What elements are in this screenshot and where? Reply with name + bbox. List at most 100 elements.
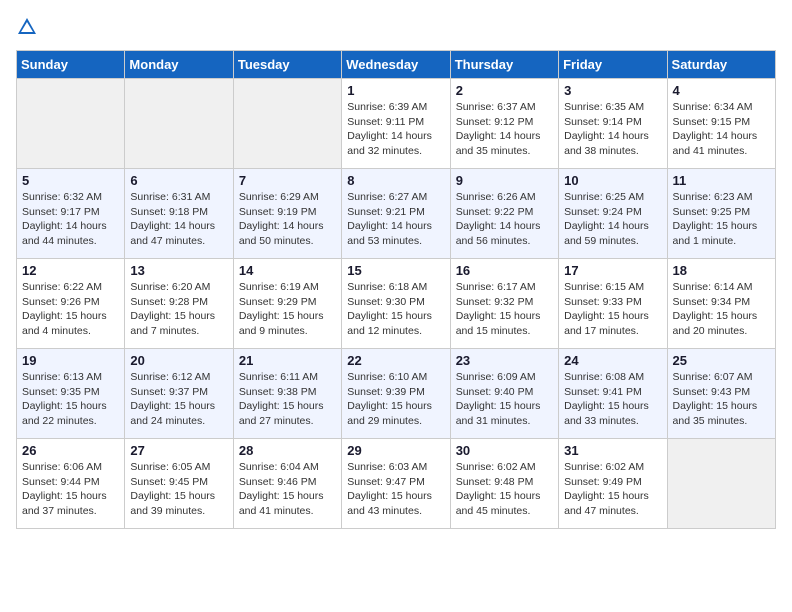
calendar-cell: 21 Sunrise: 6:11 AMSunset: 9:38 PMDayligh… xyxy=(233,349,341,439)
calendar-cell: 5 Sunrise: 6:32 AMSunset: 9:17 PMDaylight… xyxy=(17,169,125,259)
day-number: 14 xyxy=(239,263,336,278)
calendar-week-1: 1Sunrise: 6:39 AMSunset: 9:11 PMDaylight… xyxy=(17,79,776,169)
logo-icon xyxy=(16,16,38,38)
weekday-header-saturday: Saturday xyxy=(667,51,775,79)
calendar-week-3: 12 Sunrise: 6:22 AMSunset: 9:26 PMDayligh… xyxy=(17,259,776,349)
day-number: 3 xyxy=(564,83,661,98)
weekday-header-monday: Monday xyxy=(125,51,233,79)
day-info: Sunrise: 6:09 AMSunset: 9:40 PMDaylight:… xyxy=(456,370,553,429)
day-number: 9 xyxy=(456,173,553,188)
day-number: 2 xyxy=(456,83,553,98)
calendar-cell: 28 Sunrise: 6:04 AMSunset: 9:46 PMDayligh… xyxy=(233,439,341,529)
day-info: Sunrise: 6:34 AMSunset: 9:15 PMDaylight:… xyxy=(673,100,770,159)
calendar-cell: 25 Sunrise: 6:07 AMSunset: 9:43 PMDayligh… xyxy=(667,349,775,439)
calendar-cell: 29 Sunrise: 6:03 AMSunset: 9:47 PMDayligh… xyxy=(342,439,450,529)
calendar-cell: 30 Sunrise: 6:02 AMSunset: 9:48 PMDayligh… xyxy=(450,439,558,529)
weekday-header-sunday: Sunday xyxy=(17,51,125,79)
calendar-cell: 12 Sunrise: 6:22 AMSunset: 9:26 PMDayligh… xyxy=(17,259,125,349)
day-number: 16 xyxy=(456,263,553,278)
day-info: Sunrise: 6:32 AMSunset: 9:17 PMDaylight:… xyxy=(22,190,119,249)
day-number: 31 xyxy=(564,443,661,458)
calendar-table: SundayMondayTuesdayWednesdayThursdayFrid… xyxy=(16,50,776,529)
day-info: Sunrise: 6:15 AMSunset: 9:33 PMDaylight:… xyxy=(564,280,661,339)
day-info: Sunrise: 6:02 AMSunset: 9:48 PMDaylight:… xyxy=(456,460,553,519)
day-info: Sunrise: 6:27 AMSunset: 9:21 PMDaylight:… xyxy=(347,190,444,249)
weekday-header-wednesday: Wednesday xyxy=(342,51,450,79)
calendar-cell xyxy=(233,79,341,169)
day-info: Sunrise: 6:29 AMSunset: 9:19 PMDaylight:… xyxy=(239,190,336,249)
calendar-cell: 10Sunrise: 6:25 AMSunset: 9:24 PMDayligh… xyxy=(559,169,667,259)
weekday-header-thursday: Thursday xyxy=(450,51,558,79)
day-info: Sunrise: 6:31 AMSunset: 9:18 PMDaylight:… xyxy=(130,190,227,249)
day-number: 26 xyxy=(22,443,119,458)
day-info: Sunrise: 6:17 AMSunset: 9:32 PMDaylight:… xyxy=(456,280,553,339)
calendar-cell: 9 Sunrise: 6:26 AMSunset: 9:22 PMDaylight… xyxy=(450,169,558,259)
weekday-header-tuesday: Tuesday xyxy=(233,51,341,79)
calendar-cell: 18 Sunrise: 6:14 AMSunset: 9:34 PMDayligh… xyxy=(667,259,775,349)
day-number: 24 xyxy=(564,353,661,368)
day-info: Sunrise: 6:04 AMSunset: 9:46 PMDaylight:… xyxy=(239,460,336,519)
day-info: Sunrise: 6:11 AMSunset: 9:38 PMDaylight:… xyxy=(239,370,336,429)
day-number: 13 xyxy=(130,263,227,278)
day-number: 12 xyxy=(22,263,119,278)
day-number: 21 xyxy=(239,353,336,368)
calendar-cell: 16 Sunrise: 6:17 AMSunset: 9:32 PMDayligh… xyxy=(450,259,558,349)
weekday-header-row: SundayMondayTuesdayWednesdayThursdayFrid… xyxy=(17,51,776,79)
day-number: 23 xyxy=(456,353,553,368)
day-info: Sunrise: 6:07 AMSunset: 9:43 PMDaylight:… xyxy=(673,370,770,429)
page-header xyxy=(16,16,776,38)
calendar-cell: 14 Sunrise: 6:19 AMSunset: 9:29 PMDayligh… xyxy=(233,259,341,349)
weekday-header-friday: Friday xyxy=(559,51,667,79)
day-info: Sunrise: 6:03 AMSunset: 9:47 PMDaylight:… xyxy=(347,460,444,519)
calendar-cell: 23 Sunrise: 6:09 AMSunset: 9:40 PMDayligh… xyxy=(450,349,558,439)
day-number: 5 xyxy=(22,173,119,188)
calendar-cell: 26Sunrise: 6:06 AMSunset: 9:44 PMDayligh… xyxy=(17,439,125,529)
day-info: Sunrise: 6:05 AMSunset: 9:45 PMDaylight:… xyxy=(130,460,227,519)
day-info: Sunrise: 6:37 AMSunset: 9:12 PMDaylight:… xyxy=(456,100,553,159)
calendar-cell: 8 Sunrise: 6:27 AMSunset: 9:21 PMDaylight… xyxy=(342,169,450,259)
day-info: Sunrise: 6:02 AMSunset: 9:49 PMDaylight:… xyxy=(564,460,661,519)
day-info: Sunrise: 6:19 AMSunset: 9:29 PMDaylight:… xyxy=(239,280,336,339)
day-number: 25 xyxy=(673,353,770,368)
calendar-cell: 27 Sunrise: 6:05 AMSunset: 9:45 PMDayligh… xyxy=(125,439,233,529)
day-info: Sunrise: 6:14 AMSunset: 9:34 PMDaylight:… xyxy=(673,280,770,339)
calendar-week-5: 26Sunrise: 6:06 AMSunset: 9:44 PMDayligh… xyxy=(17,439,776,529)
day-number: 4 xyxy=(673,83,770,98)
calendar-cell: 17Sunrise: 6:15 AMSunset: 9:33 PMDayligh… xyxy=(559,259,667,349)
day-info: Sunrise: 6:35 AMSunset: 9:14 PMDaylight:… xyxy=(564,100,661,159)
calendar-cell: 22Sunrise: 6:10 AMSunset: 9:39 PMDayligh… xyxy=(342,349,450,439)
day-number: 19 xyxy=(22,353,119,368)
day-number: 27 xyxy=(130,443,227,458)
calendar-cell xyxy=(667,439,775,529)
calendar-cell: 20 Sunrise: 6:12 AMSunset: 9:37 PMDayligh… xyxy=(125,349,233,439)
calendar-cell: 31 Sunrise: 6:02 AMSunset: 9:49 PMDayligh… xyxy=(559,439,667,529)
day-number: 28 xyxy=(239,443,336,458)
calendar-cell: 2 Sunrise: 6:37 AMSunset: 9:12 PMDaylight… xyxy=(450,79,558,169)
day-info: Sunrise: 6:08 AMSunset: 9:41 PMDaylight:… xyxy=(564,370,661,429)
day-number: 8 xyxy=(347,173,444,188)
day-info: Sunrise: 6:13 AMSunset: 9:35 PMDaylight:… xyxy=(22,370,119,429)
calendar-cell: 15Sunrise: 6:18 AMSunset: 9:30 PMDayligh… xyxy=(342,259,450,349)
calendar-cell: 24 Sunrise: 6:08 AMSunset: 9:41 PMDayligh… xyxy=(559,349,667,439)
day-number: 29 xyxy=(347,443,444,458)
day-number: 18 xyxy=(673,263,770,278)
calendar-cell: 6 Sunrise: 6:31 AMSunset: 9:18 PMDaylight… xyxy=(125,169,233,259)
calendar-cell: 1Sunrise: 6:39 AMSunset: 9:11 PMDaylight… xyxy=(342,79,450,169)
day-info: Sunrise: 6:26 AMSunset: 9:22 PMDaylight:… xyxy=(456,190,553,249)
day-number: 7 xyxy=(239,173,336,188)
day-number: 20 xyxy=(130,353,227,368)
day-info: Sunrise: 6:20 AMSunset: 9:28 PMDaylight:… xyxy=(130,280,227,339)
day-info: Sunrise: 6:12 AMSunset: 9:37 PMDaylight:… xyxy=(130,370,227,429)
calendar-cell: 13 Sunrise: 6:20 AMSunset: 9:28 PMDayligh… xyxy=(125,259,233,349)
logo xyxy=(16,16,42,38)
day-number: 1 xyxy=(347,83,444,98)
day-info: Sunrise: 6:22 AMSunset: 9:26 PMDaylight:… xyxy=(22,280,119,339)
day-number: 30 xyxy=(456,443,553,458)
day-number: 11 xyxy=(673,173,770,188)
calendar-cell: 19 Sunrise: 6:13 AMSunset: 9:35 PMDayligh… xyxy=(17,349,125,439)
calendar-cell: 4 Sunrise: 6:34 AMSunset: 9:15 PMDaylight… xyxy=(667,79,775,169)
day-number: 6 xyxy=(130,173,227,188)
calendar-week-2: 5 Sunrise: 6:32 AMSunset: 9:17 PMDaylight… xyxy=(17,169,776,259)
day-info: Sunrise: 6:10 AMSunset: 9:39 PMDaylight:… xyxy=(347,370,444,429)
day-info: Sunrise: 6:23 AMSunset: 9:25 PMDaylight:… xyxy=(673,190,770,249)
